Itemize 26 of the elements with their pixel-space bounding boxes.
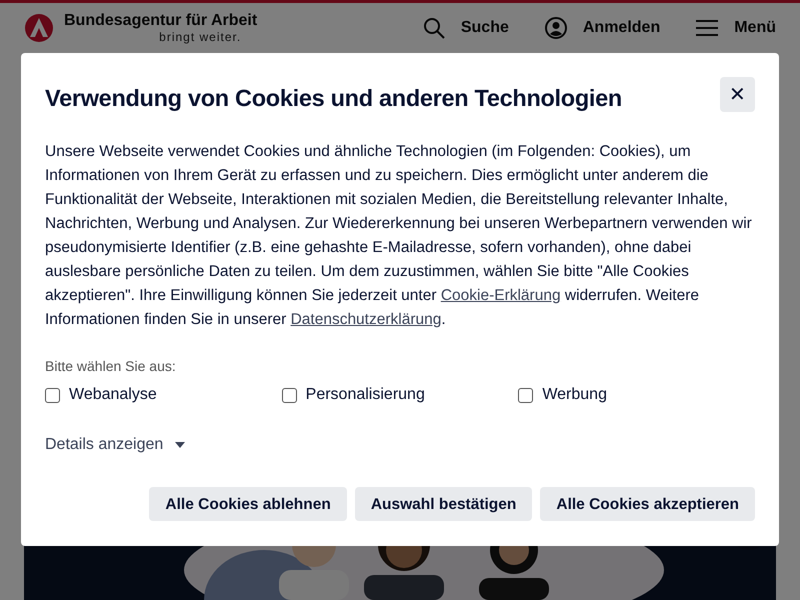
menu-button[interactable]: Menü <box>734 16 776 40</box>
checkbox-label[interactable]: Werbung <box>542 383 607 408</box>
close-button[interactable]: ✕ <box>720 77 755 112</box>
details-toggle[interactable]: Details anzeigen <box>45 433 186 458</box>
checkbox[interactable] <box>282 388 297 403</box>
consent-text: Unsere Webseite verwendet Cookies und ähnliche Technologien (im Folgenden: Cookies), um Informationen von Ihrem Gerät zu erfassen und zu speichern. Dies ermöglicht unter anderem die Funktionalität der Webseite, Interaktionen mit sozialen Medien, die Bereitstellung relevanter Inhalte, Nachrichten, Werbung und Analysen. Zur Wiedererkennung bei unseren Werbepartnern verwenden wir pseudonymisierte Identifier (z.B. eine gehashte E-Mailadresse, sofern vorhanden), ohne dabei auslesbare persönliche Daten zu teilen. Um dem zuzustimmen, wählen Sie bitte "Alle Cookies akzeptieren". Ihre Einwilligung können Sie jederzeit unter Cookie-Erklärung widerrufen. Weitere Informationen finden Sie in unserer Datenschutzerklärung. <box>45 142 753 330</box>
text-link[interactable]: Cookie-Erklärung <box>440 287 561 304</box>
search-button[interactable]: Suche <box>460 16 509 40</box>
search-icon <box>422 17 445 39</box>
caret-icon <box>175 442 186 448</box>
consent-button[interactable]: Alle Cookies akzeptieren <box>540 487 755 522</box>
dialog-title: Verwendung von Cookies und anderen Technologien <box>45 84 622 113</box>
menu-icon <box>696 19 718 37</box>
text-link[interactable]: Datenschutzerklärung <box>290 311 442 328</box>
consent-button[interactable]: Auswahl bestätigen <box>354 487 532 522</box>
logo-title[interactable]: Bundesagentur für Arbeit <box>64 12 258 30</box>
choice-label: Bitte wählen Sie aus: <box>45 357 177 376</box>
checkbox-label[interactable]: Personalisierung <box>306 383 425 408</box>
consent-button[interactable]: Alle Cookies ablehnen <box>149 487 347 522</box>
login-button[interactable]: Anmelden <box>582 16 660 40</box>
user-icon <box>544 17 567 39</box>
logo-icon[interactable] <box>24 13 54 43</box>
checkbox[interactable] <box>45 388 60 403</box>
checkbox-label[interactable]: Webanalyse <box>69 383 157 408</box>
checkbox[interactable] <box>518 388 534 403</box>
logo-tagline: bringt weiter. <box>159 30 242 44</box>
